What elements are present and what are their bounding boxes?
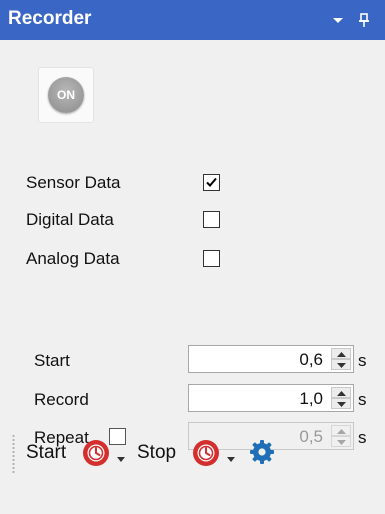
toolbar-grip[interactable] (12, 434, 15, 474)
spin-down-button[interactable] (331, 359, 351, 370)
start-value: 0,6 (299, 350, 323, 369)
stop-timer-icon[interactable] (192, 439, 220, 467)
title-bar: Recorder (0, 0, 385, 40)
start-toolbar-label[interactable]: Start (26, 442, 66, 464)
analog-data-label: Analog Data (26, 249, 120, 268)
recorder-panel: Recorder ON Sensor Data Digital Data Ana… (0, 0, 385, 514)
sensor-data-checkbox[interactable] (203, 174, 220, 191)
sensor-data-label: Sensor Data (26, 173, 121, 192)
power-button-label: ON (57, 88, 75, 102)
start-stepper[interactable]: 0,6 (188, 345, 354, 373)
record-unit: s (358, 390, 367, 409)
spin-up-button[interactable] (331, 387, 351, 398)
pin-icon[interactable] (356, 12, 372, 28)
digital-data-label: Digital Data (26, 210, 114, 229)
record-stepper[interactable]: 1,0 (188, 384, 354, 412)
chevron-down-icon[interactable] (227, 450, 235, 462)
gear-icon[interactable] (248, 438, 276, 466)
record-value: 1,0 (299, 389, 323, 408)
start-unit: s (358, 351, 367, 370)
record-label: Record (34, 390, 89, 409)
power-button[interactable]: ON (48, 77, 84, 113)
power-button-frame[interactable]: ON (38, 67, 94, 123)
spin-up-button[interactable] (331, 348, 351, 359)
spin-down-button[interactable] (331, 398, 351, 409)
digital-data-checkbox[interactable] (203, 211, 220, 228)
start-spinner[interactable] (331, 348, 351, 370)
record-spinner[interactable] (331, 387, 351, 409)
stop-toolbar-label[interactable]: Stop (137, 442, 176, 464)
chevron-down-icon[interactable] (117, 450, 125, 462)
start-timer-icon[interactable] (82, 439, 110, 467)
recorder-toolbar: Start Stop (0, 428, 385, 488)
chevron-down-icon[interactable] (330, 12, 346, 28)
analog-data-checkbox[interactable] (203, 250, 220, 267)
start-label: Start (34, 351, 70, 370)
panel-title: Recorder (8, 8, 92, 29)
